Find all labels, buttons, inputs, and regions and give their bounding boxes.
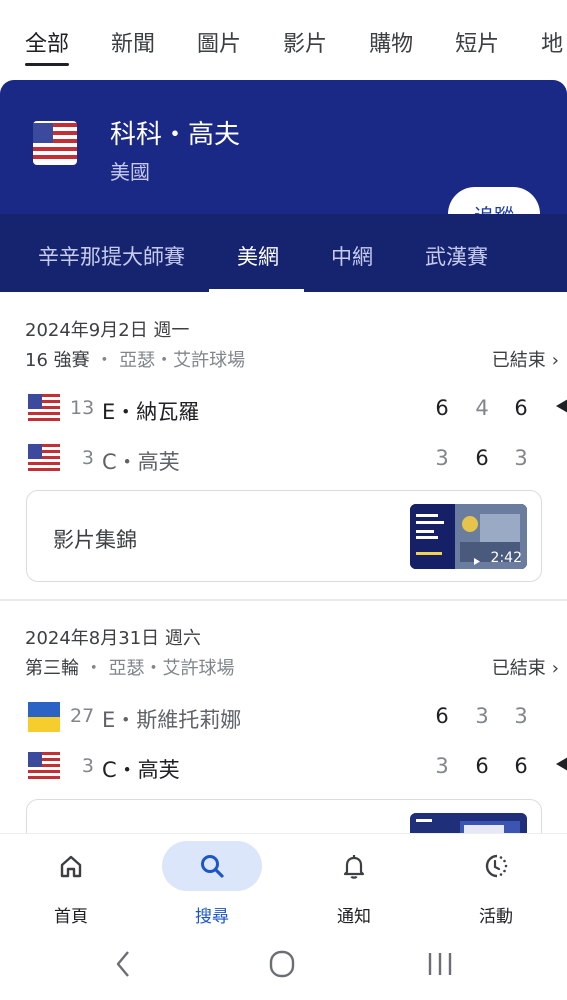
filter-tab-videos[interactable]: 影片: [283, 0, 327, 78]
player-seed: 13: [70, 397, 95, 419]
highlights-card[interactable]: 影片集錦 2:42: [26, 490, 542, 582]
nav-activity[interactable]: 活動: [446, 834, 546, 934]
player-seed: 27: [70, 705, 95, 727]
chevron-right-icon: ›: [551, 658, 559, 679]
set-score: 6: [435, 704, 449, 728]
filter-tab-maps[interactable]: 地: [541, 0, 563, 78]
highlights-label: 影片集錦: [53, 528, 137, 552]
player-country: 美國: [110, 160, 150, 184]
match-round: 第三輪 ・ 亞瑟・艾許球場: [25, 654, 234, 680]
player-name: 科科・高夫: [110, 120, 241, 150]
player-name: E・納瓦羅: [102, 400, 200, 424]
winner-indicator-icon: [556, 399, 567, 413]
ukraine-flag-icon: [28, 702, 60, 732]
video-duration: 2:42: [490, 550, 522, 566]
set-score: 6: [475, 446, 489, 470]
venue-name: ・ 亞瑟・艾許球場: [95, 350, 246, 371]
home-icon: [60, 855, 82, 878]
search-filter-tabs: 全部 新聞 圖片 影片 購物 短片 地: [0, 0, 567, 78]
chevron-right-icon: ›: [551, 350, 559, 371]
nav-home-label: 首頁: [54, 907, 88, 927]
recent-apps-icon[interactable]: [420, 948, 460, 980]
set-score: 3: [435, 754, 449, 778]
filter-tab-shopping[interactable]: 購物: [369, 0, 413, 78]
activity-history-icon: [485, 854, 508, 878]
status-label: 已結束: [491, 658, 546, 679]
usa-flag-icon: [28, 752, 60, 782]
player-seed: 3: [81, 755, 94, 777]
usa-flag-icon: [28, 394, 60, 424]
nav-notifications[interactable]: 通知: [304, 834, 404, 934]
bottom-navigation: 首頁 搜尋 通知 活動: [0, 833, 567, 934]
nav-search-label: 搜尋: [195, 907, 229, 927]
search-icon: [201, 855, 224, 878]
match-date: 2024年8月31日 週六: [25, 628, 201, 649]
tournament-tabs: 辛辛那提大師賽 美網 中網 武漢賽: [0, 214, 567, 292]
nav-search[interactable]: 搜尋: [162, 834, 262, 934]
set-score: 6: [475, 754, 489, 778]
player-name: E・斯維托莉娜: [102, 708, 242, 732]
round-name: 第三輪: [25, 658, 79, 679]
filter-tab-news[interactable]: 新聞: [111, 0, 155, 78]
tab-wuhan-open[interactable]: 武漢賽: [425, 214, 488, 292]
set-score: 3: [475, 704, 489, 728]
filter-tab-short-videos[interactable]: 短片: [455, 0, 499, 78]
player-row: 3 C・高芙 3 6 6: [0, 746, 567, 786]
player-seed: 3: [81, 447, 94, 469]
nav-home[interactable]: 首頁: [21, 834, 121, 934]
match-status[interactable]: 已結束 ›: [492, 346, 559, 372]
match-round: 16 強賽 ・ 亞瑟・艾許球場: [25, 346, 245, 372]
set-score: 6: [514, 396, 528, 420]
back-icon[interactable]: [104, 948, 144, 980]
round-name: 16 強賽: [25, 350, 90, 371]
set-score: 3: [514, 446, 528, 470]
match-status[interactable]: 已結束 ›: [492, 654, 559, 680]
usa-flag-icon: [33, 121, 77, 165]
set-score: 3: [435, 446, 449, 470]
player-card: 科科・高夫 美國 追蹤 辛辛那提大師賽 美網 中網 武漢賽: [0, 80, 567, 292]
bell-icon: [343, 855, 365, 879]
video-thumbnail[interactable]: 2:42: [410, 504, 527, 569]
tab-china-open[interactable]: 中網: [331, 214, 373, 292]
match-date: 2024年9月2日 週一: [25, 320, 190, 341]
player-name: C・高芙: [102, 758, 180, 782]
filter-tab-all[interactable]: 全部: [25, 0, 70, 78]
home-button-icon[interactable]: [262, 948, 302, 980]
winner-indicator-icon: [556, 757, 567, 771]
player-row: 13 E・納瓦羅 6 4 6: [0, 388, 567, 428]
section-divider: [0, 599, 567, 601]
player-row: 27 E・斯維托莉娜 6 3 3: [0, 696, 567, 736]
tab-cincinnati[interactable]: 辛辛那提大師賽: [38, 214, 185, 292]
set-score: 3: [514, 704, 528, 728]
nav-activity-label: 活動: [479, 907, 513, 927]
set-score: 4: [475, 396, 489, 420]
set-score: 6: [514, 754, 528, 778]
usa-flag-icon: [28, 444, 60, 474]
nav-notifications-label: 通知: [337, 907, 371, 927]
system-navigation-bar: [0, 934, 567, 1000]
status-label: 已結束: [491, 350, 546, 371]
set-score: 6: [435, 396, 449, 420]
player-row: 3 C・高芙 3 6 3: [0, 438, 567, 478]
venue-name: ・ 亞瑟・艾許球場: [84, 658, 235, 679]
player-name: C・高芙: [102, 450, 180, 474]
tab-us-open[interactable]: 美網: [209, 214, 304, 292]
filter-tab-images[interactable]: 圖片: [197, 0, 241, 78]
